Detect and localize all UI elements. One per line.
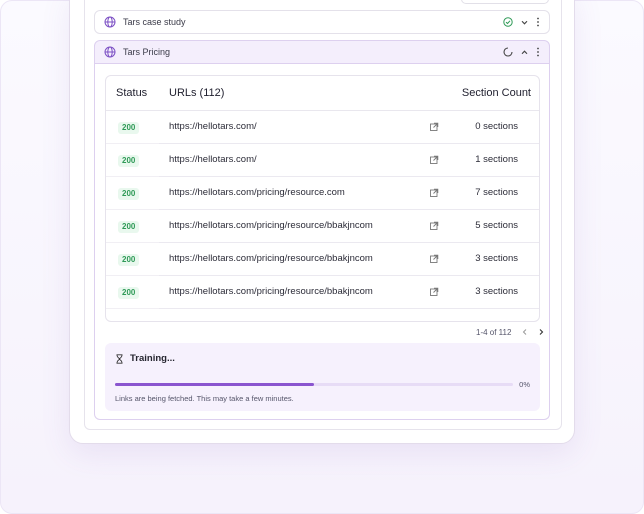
section-count: 3 sections: [475, 286, 518, 297]
url-text: https://hellotars.com/pricing/resource/b…: [169, 220, 373, 231]
more-options-icon[interactable]: [536, 17, 540, 27]
row-divider: [159, 308, 539, 309]
url-text: https://hellotars.com/: [169, 154, 257, 165]
item-tars-pricing[interactable]: Tars Pricing: [94, 40, 550, 64]
training-progress-bar: [115, 383, 513, 386]
status-badge: 200: [118, 254, 140, 266]
url-text: https://hellotars.com/pricing/resource/b…: [169, 253, 373, 264]
table-row[interactable]: 200 https://hellotars.com/pricing/resour…: [106, 177, 539, 210]
status-badge: 200: [118, 155, 140, 167]
external-link-icon[interactable]: [429, 188, 439, 198]
status-badge: 200: [118, 122, 140, 134]
external-link-icon[interactable]: [429, 254, 439, 264]
header-urls: URLs (112): [169, 87, 225, 99]
external-link-icon[interactable]: [429, 221, 439, 231]
training-panel: Training... 0% Links are being fetched. …: [105, 343, 540, 411]
table-row[interactable]: 200 https://hellotars.com/ 1 sections: [106, 144, 539, 177]
urls-table: Status URLs (112) Section Count 200 http…: [105, 75, 540, 322]
item-title: Tars Pricing: [123, 47, 171, 57]
external-link-icon[interactable]: [429, 122, 439, 132]
external-link-icon[interactable]: [429, 287, 439, 297]
url-text: https://hellotars.com/pricing/resource/b…: [169, 286, 373, 297]
hourglass-icon: [116, 353, 123, 364]
previous-item-stub: [461, 0, 549, 4]
status-badge: 200: [118, 188, 140, 200]
more-options-icon[interactable]: [536, 47, 540, 57]
section-count: 1 sections: [475, 154, 518, 165]
item-title: Tars case study: [123, 17, 186, 27]
pagination-label: 1-4 of 112: [476, 327, 512, 337]
table-row[interactable]: 200 https://hellotars.com/ 0 sections: [106, 111, 539, 144]
status-badge: 200: [118, 221, 140, 233]
chevron-left-icon[interactable]: [520, 327, 530, 337]
pagination: 1-4 of 112: [476, 327, 546, 337]
status-badge: 200: [118, 287, 140, 299]
check-circle-icon: [503, 17, 513, 27]
external-link-icon[interactable]: [429, 155, 439, 165]
training-note: Links are being fetched. This may take a…: [115, 394, 294, 403]
header-section-count: Section Count: [461, 87, 531, 99]
globe-icon: [104, 16, 116, 28]
row-divider: [106, 308, 159, 309]
header-status: Status: [116, 87, 148, 99]
loading-spinner-icon: [503, 47, 513, 57]
section-count: 7 sections: [475, 187, 518, 198]
training-title: Training...: [130, 353, 175, 364]
training-progress-fill: [115, 383, 314, 386]
globe-icon: [104, 46, 116, 58]
section-count: 5 sections: [475, 220, 518, 231]
training-percent: 0%: [519, 380, 530, 389]
url-text: https://hellotars.com/pricing/resource.c…: [169, 187, 345, 198]
chevron-right-icon[interactable]: [536, 327, 546, 337]
section-count: 0 sections: [475, 121, 518, 132]
table-header: Status URLs (112) Section Count: [106, 76, 539, 111]
item-tars-case-study[interactable]: Tars case study: [94, 10, 550, 34]
table-row[interactable]: 200 https://hellotars.com/pricing/resour…: [106, 243, 539, 276]
url-text: https://hellotars.com/: [169, 121, 257, 132]
table-row[interactable]: 200 https://hellotars.com/pricing/resour…: [106, 276, 539, 309]
table-row[interactable]: 200 https://hellotars.com/pricing/resour…: [106, 210, 539, 243]
chevron-down-icon[interactable]: [520, 18, 529, 27]
section-count: 3 sections: [475, 253, 518, 264]
training-header: Training...: [115, 353, 175, 364]
chevron-up-icon[interactable]: [520, 48, 529, 57]
